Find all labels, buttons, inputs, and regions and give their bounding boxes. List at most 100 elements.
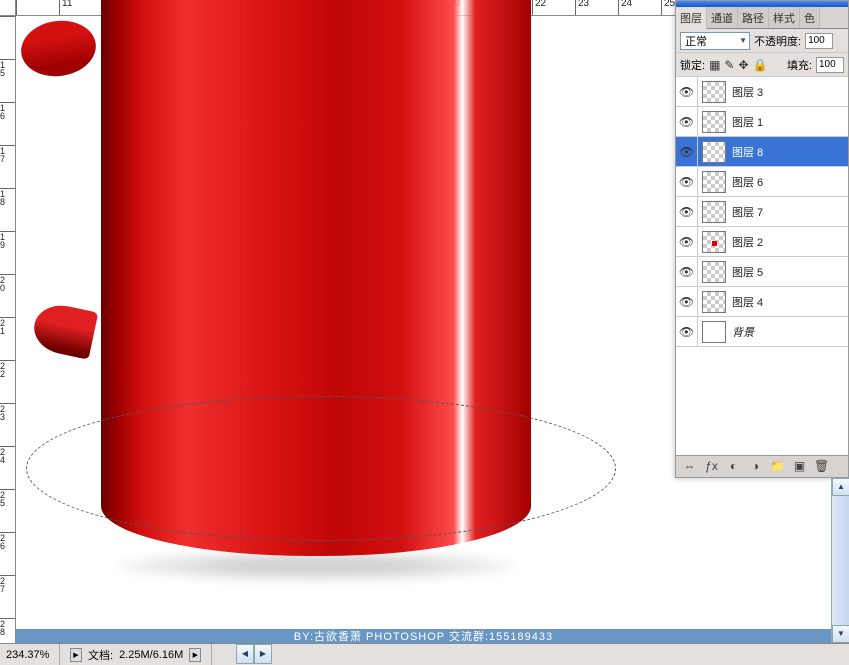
ruler-tick: 24	[618, 0, 661, 15]
watermark-bar: BY:古欲香萧 PHOTOSHOP 交流群:155189433	[16, 629, 831, 643]
tab-layers[interactable]: 图层	[676, 7, 707, 29]
layer-row[interactable]: 👁 图层 6	[676, 167, 848, 197]
ruler-tick: 18	[0, 188, 15, 231]
panel-footer: ⇔ ƒx ◐ ◑ 📁 ▣ 🗑	[676, 455, 848, 477]
layer-row[interactable]: 👁 图层 1	[676, 107, 848, 137]
lock-paint-icon[interactable]: ✎	[724, 58, 734, 72]
ruler-tick	[16, 0, 59, 15]
ruler-tick	[0, 16, 15, 59]
layers-panel: 图层 通道 路径 样式 色 正常 ▼ 不透明度: 100 锁定: ▦ ✎ ✥ 🔒…	[675, 0, 849, 478]
tab-paths[interactable]: 路径	[738, 7, 769, 28]
statusbar: 234.37% ▶ 文档: 2.25M/6.16M ▶ ◀ ▶	[0, 643, 849, 665]
layer-thumbnail[interactable]	[702, 81, 726, 103]
tab-styles[interactable]: 样式	[769, 7, 800, 28]
layer-row[interactable]: 👁 图层 5	[676, 257, 848, 287]
scroll-down-icon[interactable]: ▼	[832, 625, 849, 643]
layer-name[interactable]: 图层 2	[730, 234, 848, 250]
vertical-ruler[interactable]: 1516171819202122232425262728	[0, 16, 16, 665]
layer-name[interactable]: 图层 8	[730, 144, 848, 160]
layer-thumbnail[interactable]	[702, 291, 726, 313]
ruler-tick: 25	[0, 489, 15, 532]
opacity-input[interactable]: 100	[805, 33, 833, 49]
layer-thumbnail[interactable]	[702, 111, 726, 133]
tab-color[interactable]: 色	[800, 7, 820, 28]
layer-row[interactable]: 👁 图层 3	[676, 77, 848, 107]
scroll-right-icon[interactable]: ▶	[254, 644, 272, 664]
document-info[interactable]: ▶ 文档: 2.25M/6.16M ▶	[60, 644, 212, 665]
fx-icon[interactable]: ƒx	[704, 459, 719, 474]
lock-transparency-icon[interactable]: ▦	[709, 58, 720, 72]
visibility-toggle-icon[interactable]: 👁	[676, 137, 698, 166]
adjustment-icon[interactable]: ◑	[748, 459, 763, 474]
scroll-left-icon[interactable]: ◀	[236, 644, 254, 664]
lock-label: 锁定:	[680, 57, 705, 73]
layer-row[interactable]: 👁 图层 7	[676, 197, 848, 227]
layer-thumbnail[interactable]	[702, 171, 726, 193]
ruler-tick: 26	[0, 532, 15, 575]
layer-name[interactable]: 图层 3	[730, 84, 848, 100]
cup-handle-top	[18, 16, 100, 81]
ruler-tick: 24	[0, 446, 15, 489]
new-layer-icon[interactable]: ▣	[792, 459, 807, 474]
visibility-toggle-icon[interactable]: 👁	[676, 257, 698, 286]
cup-handle-bottom	[30, 300, 99, 359]
layer-thumbnail[interactable]	[702, 321, 726, 343]
visibility-toggle-icon[interactable]: 👁	[676, 197, 698, 226]
ruler-tick: 22	[0, 360, 15, 403]
visibility-toggle-icon[interactable]: 👁	[676, 317, 698, 346]
visibility-toggle-icon[interactable]: 👁	[676, 167, 698, 196]
layer-name[interactable]: 图层 4	[730, 294, 848, 310]
lock-move-icon[interactable]: ✥	[738, 58, 748, 72]
tab-channels[interactable]: 通道	[707, 7, 738, 28]
visibility-toggle-icon[interactable]: 👁	[676, 287, 698, 316]
blend-mode-select[interactable]: 正常 ▼	[680, 32, 750, 50]
h-scroll-arrows: ◀ ▶	[236, 644, 272, 665]
layer-thumbnail[interactable]	[702, 141, 726, 163]
layer-name[interactable]: 背景	[730, 324, 848, 340]
layer-name[interactable]: 图层 7	[730, 204, 848, 220]
opacity-label: 不透明度:	[754, 33, 801, 49]
ruler-tick: 15	[0, 59, 15, 102]
layer-row[interactable]: 👁 图层 2	[676, 227, 848, 257]
layer-name[interactable]: 图层 5	[730, 264, 848, 280]
ruler-tick: 21	[0, 317, 15, 360]
scroll-up-icon[interactable]: ▲	[832, 478, 849, 496]
mask-icon[interactable]: ◐	[726, 459, 741, 474]
blend-mode-value: 正常	[685, 33, 707, 49]
lock-fill-row: 锁定: ▦ ✎ ✥ 🔒 填充: 100	[676, 53, 848, 77]
ruler-tick: 16	[0, 102, 15, 145]
elliptical-selection[interactable]	[26, 396, 616, 541]
lock-all-icon[interactable]: 🔒	[753, 58, 768, 72]
ruler-origin[interactable]	[0, 0, 16, 16]
layer-row[interactable]: 👁 图层 8	[676, 137, 848, 167]
chevron-right-icon[interactable]: ▶	[70, 648, 82, 662]
ruler-tick: 23	[0, 403, 15, 446]
visibility-toggle-icon[interactable]: 👁	[676, 107, 698, 136]
group-icon[interactable]: 📁	[770, 459, 785, 474]
fill-label: 填充:	[787, 57, 812, 73]
visibility-toggle-icon[interactable]: 👁	[676, 227, 698, 256]
ruler-tick: 11	[59, 0, 102, 15]
layers-list[interactable]: 👁 图层 3 👁 图层 1 👁 图层 8 👁 图层 6 👁 图层 7 👁 图层 2 👁 图层 5 👁 图层 4…	[676, 77, 848, 455]
trash-icon[interactable]: 🗑	[814, 459, 829, 474]
chevron-down-icon: ▼	[739, 36, 749, 45]
layer-thumbnail[interactable]	[702, 201, 726, 223]
vertical-scrollbar[interactable]: ▲ ▼	[831, 478, 849, 643]
lock-icons: ▦ ✎ ✥ 🔒	[709, 58, 767, 72]
blend-opacity-row: 正常 ▼ 不透明度: 100	[676, 29, 848, 53]
doc-label: 文档:	[88, 647, 113, 663]
doc-value: 2.25M/6.16M	[119, 649, 183, 661]
fill-input[interactable]: 100	[816, 57, 844, 73]
ruler-tick: 23	[575, 0, 618, 15]
layer-row[interactable]: 👁 图层 4	[676, 287, 848, 317]
visibility-toggle-icon[interactable]: 👁	[676, 77, 698, 106]
layer-row[interactable]: 👁 背景	[676, 317, 848, 347]
layer-name[interactable]: 图层 1	[730, 114, 848, 130]
chevron-right-icon[interactable]: ▶	[189, 648, 201, 662]
ruler-tick: 20	[0, 274, 15, 317]
layer-thumbnail[interactable]	[702, 261, 726, 283]
layer-thumbnail[interactable]	[702, 231, 726, 253]
link-icon[interactable]: ⇔	[682, 459, 697, 474]
layer-name[interactable]: 图层 6	[730, 174, 848, 190]
zoom-level[interactable]: 234.37%	[0, 644, 60, 665]
